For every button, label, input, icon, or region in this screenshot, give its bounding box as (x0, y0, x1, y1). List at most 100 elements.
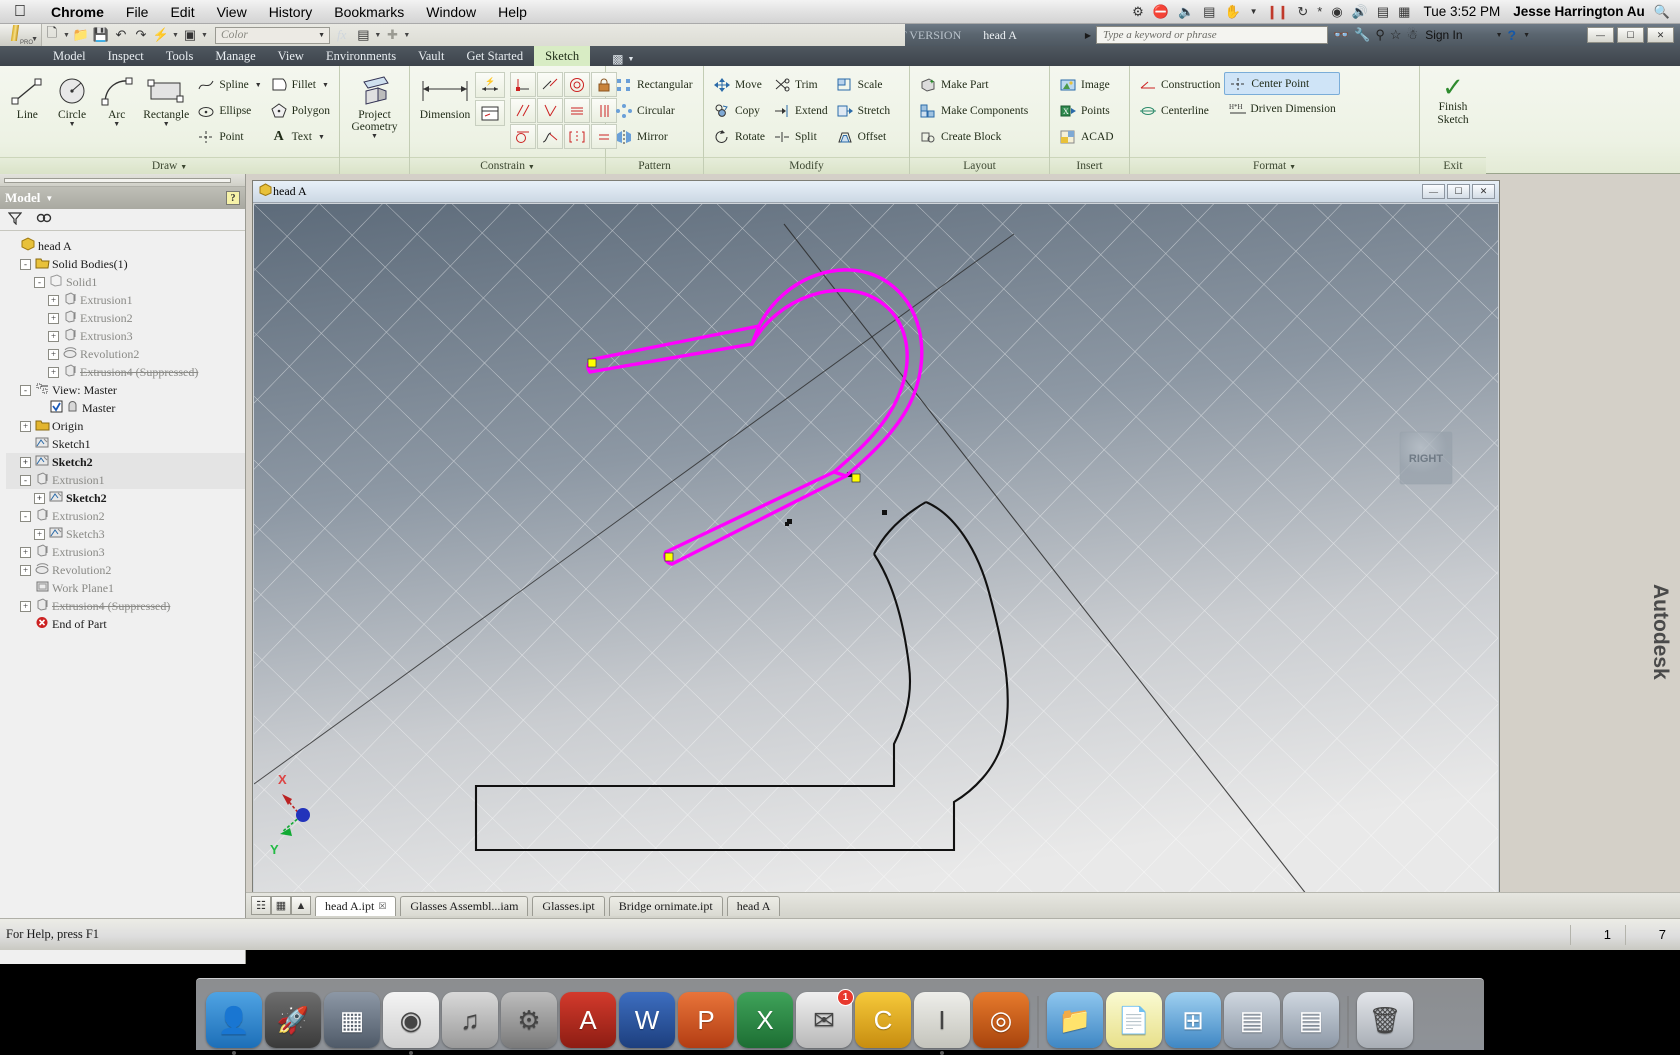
hand-icon[interactable]: ✋ (1224, 5, 1240, 18)
apple-icon[interactable]:  (0, 4, 40, 20)
chevron-down-icon[interactable]: ▼ (1250, 8, 1258, 16)
collapse-icon[interactable]: - (20, 259, 31, 270)
ribbon-tab-tools[interactable]: Tools (155, 46, 205, 66)
doc-tab-glasses-assembly[interactable]: Glasses Assembl...iam (400, 896, 528, 916)
help-button[interactable]: ? (1508, 27, 1517, 43)
chevron-down-icon[interactable]: ▼ (313, 31, 329, 39)
display-icon[interactable]: ▤ (1203, 5, 1215, 18)
tree-item[interactable]: -Solid Bodies(1) (6, 255, 245, 273)
inventor-logo-icon[interactable]: PRO ▼ (0, 24, 42, 46)
tool-dimension[interactable]: Dimension (415, 69, 475, 121)
tool-construction[interactable]: Construction (1135, 72, 1224, 97)
tree-item[interactable]: +Extrusion1 (6, 291, 245, 309)
powerpoint-icon[interactable]: P (678, 992, 734, 1048)
tree-item[interactable]: -Extrusion2 (6, 507, 245, 525)
trash-icon[interactable]: 🗑 (1357, 992, 1413, 1048)
parallel-icon[interactable] (510, 98, 536, 123)
close-icon[interactable]: ✕ (1647, 27, 1674, 43)
expand-icon[interactable]: + (20, 601, 31, 612)
chevron-down-icon[interactable]: ▼ (31, 36, 38, 43)
chevron-down-icon[interactable]: ▼ (1521, 32, 1530, 39)
star-icon[interactable]: ☆ (1390, 27, 1402, 43)
tool-scale[interactable]: Scale (832, 72, 895, 97)
undo-icon[interactable]: ↶ (111, 25, 131, 45)
chevron-down-icon[interactable]: ▼ (113, 121, 120, 127)
tool-copy[interactable]: Copy (709, 98, 769, 123)
doc-tab-bridge-ornimate-ipt[interactable]: Bridge ornimate.ipt (609, 896, 723, 916)
tool-trim[interactable]: Trim (769, 72, 832, 97)
tree-item[interactable]: +Revolution2 (6, 345, 245, 363)
sketch-canvas[interactable]: RIGHT X Y (254, 204, 1498, 930)
maximize-icon[interactable]: ☐ (1447, 184, 1470, 199)
word-icon[interactable]: W (619, 992, 675, 1048)
panel-label-draw[interactable]: Draw ▼ (0, 157, 339, 174)
chevron-down-icon[interactable]: ▼ (318, 133, 325, 141)
material-icon[interactable]: ▤ (353, 25, 373, 45)
chevron-down-icon[interactable]: ▼ (200, 25, 209, 45)
tool-ellipse[interactable]: Ellipse (193, 98, 265, 123)
symmetric-icon[interactable] (564, 124, 590, 149)
tool-finish-sketch[interactable]: ✓ Finish Sketch (1425, 69, 1481, 127)
tool-mirror[interactable]: Mirror (611, 124, 697, 149)
tool-points[interactable]: X Points (1055, 98, 1118, 123)
chevron-down-icon[interactable]: ▼ (69, 121, 76, 127)
tree-item[interactable]: +Origin (6, 417, 245, 435)
menu-item-bookmarks[interactable]: Bookmarks (323, 4, 415, 20)
collapse-icon[interactable]: - (34, 277, 45, 288)
chevron-down-icon[interactable]: ▼ (322, 81, 329, 89)
tool-line[interactable]: Line (5, 69, 50, 121)
open-icon[interactable]: 📁 (71, 25, 91, 45)
fusion-icon[interactable]: ◎ (973, 992, 1029, 1048)
minimize-icon[interactable]: — (1422, 184, 1445, 199)
tool-spline[interactable]: Spline ▼ (193, 72, 265, 97)
system-prefs-icon[interactable]: ⚙ (501, 992, 557, 1048)
save-icon[interactable]: 💾 (91, 25, 111, 45)
browser-scroll-strip[interactable] (0, 174, 245, 187)
tool-point[interactable]: Point (193, 124, 265, 149)
tool-rectangle[interactable]: Rectangle ▼ (139, 69, 193, 127)
volume-icon[interactable]: 🔈 (1178, 5, 1194, 18)
menu-bar-clock[interactable]: Tue 3:52 PM (1419, 4, 1504, 19)
concentric-icon[interactable] (564, 72, 590, 97)
smooth-icon[interactable] (537, 124, 563, 149)
launchpad-icon[interactable]: 🚀 (265, 992, 321, 1048)
collapse-icon[interactable]: - (20, 511, 31, 522)
restore-icon[interactable]: ☐ (1617, 27, 1644, 43)
ribbon-tab-get-started[interactable]: Get Started (455, 46, 534, 66)
sign-in-button[interactable]: Sign In (1423, 28, 1462, 42)
downloads-stack-icon[interactable]: ▤ (1283, 992, 1339, 1048)
menu-item-file[interactable]: File (115, 4, 160, 20)
filter-icon[interactable] (8, 211, 22, 228)
add-icon[interactable]: ✚ (382, 25, 402, 45)
excel-icon[interactable]: X (737, 992, 793, 1048)
ribbon-tab-vault[interactable]: Vault (407, 46, 455, 66)
checkbox-checked-icon[interactable] (48, 400, 64, 417)
compass-icon[interactable]: ⚲ (1375, 27, 1385, 43)
cascade-icon[interactable]: ☷ (251, 896, 271, 915)
new-icon[interactable]: 🗋 (42, 25, 62, 45)
calculator-icon[interactable]: ▦ (1398, 5, 1410, 18)
collinear-icon[interactable] (537, 72, 563, 97)
ribbon-tab-environments[interactable]: Environments (315, 46, 407, 66)
tool-acad[interactable]: ACAD (1055, 124, 1118, 149)
chevron-down-icon[interactable]: ▼ (402, 25, 411, 45)
bluetooth-icon[interactable]: * (1317, 5, 1322, 18)
itunes-icon[interactable]: ♫ (442, 992, 498, 1048)
chevron-down-icon[interactable]: ▼ (1468, 32, 1503, 39)
tree-item[interactable]: +Extrusion3 (6, 543, 245, 561)
tree-item[interactable]: +Sketch2 (6, 489, 245, 507)
tree-item[interactable]: +Extrusion3 (6, 327, 245, 345)
mail-icon[interactable]: ✉1 (796, 992, 852, 1048)
dropbox-icon[interactable]: ⚙ (1132, 5, 1144, 18)
tool-project-geometry[interactable]: Project Geometry ▼ (345, 69, 404, 139)
menu-item-edit[interactable]: Edit (159, 4, 205, 20)
close-icon[interactable]: ✕ (1472, 184, 1495, 199)
expand-icon[interactable]: + (48, 313, 59, 324)
expand-icon[interactable]: + (34, 493, 45, 504)
tangent-icon[interactable] (510, 124, 536, 149)
close-icon[interactable]: ☒ (378, 901, 386, 912)
coincident-icon[interactable] (510, 72, 536, 97)
expand-icon[interactable]: + (48, 349, 59, 360)
tree-item[interactable]: +Extrusion4 (Suppressed) (6, 597, 245, 615)
binoculars-icon[interactable]: 👓 (1333, 27, 1349, 43)
